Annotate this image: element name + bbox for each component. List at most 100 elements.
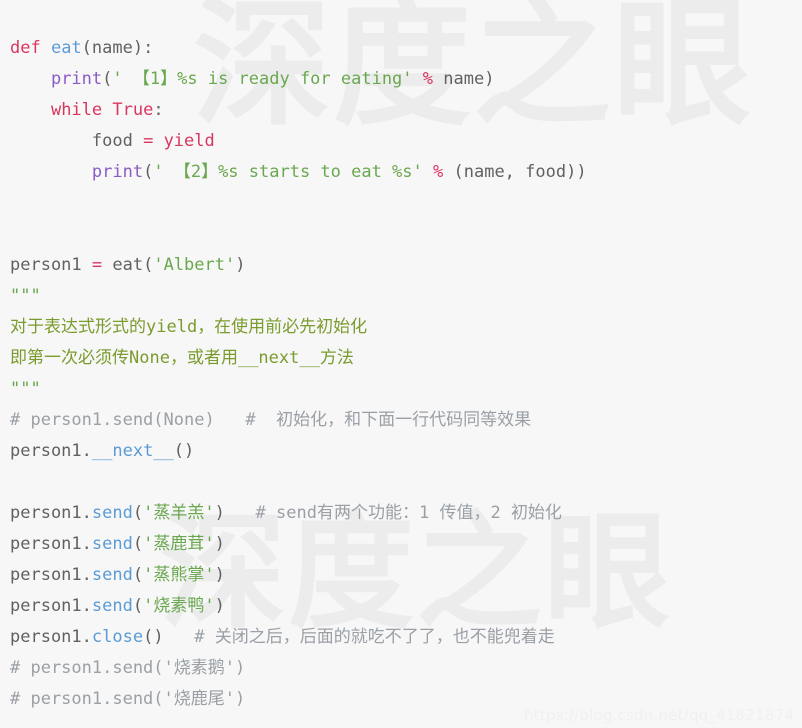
code-screenshot: 深度之眼 深度之眼 def eat(name): print(' 【1】%s i… — [0, 0, 802, 728]
code-token-default: person1. — [10, 534, 92, 554]
code-line: person1.send('蒸羊羔') # send有两个功能：1 传值，2 初… — [10, 498, 802, 529]
code-token-comment: 烧鹿尾 — [173, 689, 225, 709]
code-token-operator: = — [91, 255, 103, 275]
code-token-default: name) — [433, 69, 495, 89]
code-token-docmark: """ — [10, 379, 41, 399]
code-token-default: person1. — [10, 503, 92, 523]
code-token-doc: 对于表达式形式的 — [10, 317, 146, 337]
code-token-func: send — [91, 596, 133, 616]
code-token-string: ' — [204, 503, 215, 523]
code-token-comment: # send — [224, 503, 317, 523]
code-token-string: 蒸熊掌 — [153, 565, 205, 585]
code-token-string: 蒸鹿茸 — [153, 534, 205, 554]
code-token-default: person1. — [10, 565, 92, 585]
code-token-comment: 关闭之后，后面的就吃不了了，也不能兜着走 — [214, 627, 555, 647]
code-token-comment: # person1.send(' — [10, 658, 174, 678]
code-token-string: 】 — [160, 69, 178, 89]
code-token-func: close — [91, 627, 144, 647]
code-token-default: ) — [214, 596, 225, 616]
code-token-default: ) — [214, 503, 225, 523]
code-token-punct: ( — [132, 565, 144, 585]
code-token-punct: ( — [132, 534, 144, 554]
code-token-default — [10, 162, 92, 182]
code-token-string: 【 — [132, 69, 150, 89]
code-token-comment: 2 — [490, 503, 511, 523]
code-token-string: 1 — [149, 69, 161, 89]
code-line: """ — [10, 281, 802, 312]
code-token-default — [10, 69, 51, 89]
code-token-operator: % — [433, 162, 444, 182]
code-token-string: ' — [204, 596, 215, 616]
code-token-default: (name): — [81, 38, 154, 58]
code-token-comment: 烧素鹅 — [173, 658, 225, 678]
code-token-comment: ') — [224, 658, 246, 678]
code-line: person1.close() # 关闭之后，后面的就吃不了了，也不能兜着走 — [10, 622, 802, 653]
code-token-default: eat( — [102, 255, 154, 275]
code-token-string: 】 — [201, 162, 219, 182]
code-line: # person1.send('烧素鹅') — [10, 653, 802, 684]
code-token-comment: 初始化，和下面一行代码同等效果 — [276, 410, 532, 430]
code-line: person1.send('烧素鸭') — [10, 591, 802, 622]
code-listing: def eat(name): print(' 【1】%s is ready fo… — [0, 17, 802, 715]
code-token-comment: 有两个功能： — [316, 503, 419, 523]
code-token-string: 蒸羊羔 — [153, 503, 205, 523]
code-token-string: ' — [143, 565, 154, 585]
code-token-func: send — [91, 503, 133, 523]
code-token-comment: # person1.send(' — [10, 689, 174, 709]
code-token-func: __next__ — [91, 441, 174, 461]
code-token-string: ' — [143, 534, 154, 554]
code-line: person1.__next__() — [10, 436, 802, 467]
code-token-func: eat — [50, 38, 82, 58]
code-line: """ — [10, 374, 802, 405]
code-token-string: %s starts to eat %s' — [218, 162, 423, 182]
code-token-comment: 1 — [418, 503, 440, 523]
code-token-punct: ( — [132, 503, 144, 523]
code-token-punct: ( — [102, 69, 113, 89]
code-token-operator: % — [422, 69, 434, 89]
code-token-default — [10, 100, 51, 120]
code-token-doc: 方法 — [319, 348, 354, 368]
code-token-keyword: def — [10, 38, 51, 58]
code-line: def eat(name): — [10, 33, 802, 64]
code-line: print(' 【1】%s is ready for eating' % nam… — [10, 64, 802, 95]
code-line: # person1.send(None) # 初始化，和下面一行代码同等效果 — [10, 405, 802, 436]
code-token-keyword: yield — [163, 131, 215, 151]
code-token-string: ' — [204, 565, 215, 585]
code-token-comment: # person1.send(None) # — [10, 410, 277, 430]
code-token-default: person1. — [10, 627, 92, 647]
code-token-builtin: print — [91, 162, 144, 182]
code-token-default: person1. — [10, 441, 92, 461]
code-token-default: () — [143, 627, 164, 647]
code-token-string: %s is ready for eating' — [177, 69, 413, 89]
code-token-string: ' — [153, 162, 174, 182]
code-token-punct: ( — [132, 596, 144, 616]
code-token-comment: 初始化 — [510, 503, 562, 523]
code-line: while True: — [10, 95, 802, 126]
code-token-default: () — [173, 441, 195, 461]
code-token-operator: = — [143, 131, 154, 151]
code-line: person1.send('蒸熊掌') — [10, 560, 802, 591]
code-token-func: send — [91, 534, 133, 554]
code-token-comment: ') — [224, 689, 246, 709]
code-token-doc: ，或者用 — [169, 348, 238, 368]
code-line: 即第一次必须传None，或者用__next__方法 — [10, 343, 802, 374]
code-token-doc: None — [129, 348, 170, 368]
code-token-doc: 即第一次必须传 — [10, 348, 129, 368]
code-token-default — [413, 69, 423, 89]
code-token-string: ' — [143, 596, 154, 616]
code-line: food = yield — [10, 126, 802, 157]
code-token-docmark: """ — [10, 286, 41, 306]
code-token-comment: 传值， — [439, 503, 491, 523]
code-token-comment: # — [163, 627, 215, 647]
code-token-default: person1. — [10, 596, 92, 616]
code-line: person1 = eat('Albert') — [10, 250, 802, 281]
code-token-punct: ( — [143, 162, 154, 182]
code-token-default: food — [10, 131, 144, 151]
code-line: 对于表达式形式的yield，在使用前必先初始化 — [10, 312, 802, 343]
code-token-string: 【 — [173, 162, 191, 182]
code-token-keyword: while True — [50, 100, 154, 120]
code-token-string: ' — [112, 69, 133, 89]
code-token-default — [423, 162, 433, 182]
